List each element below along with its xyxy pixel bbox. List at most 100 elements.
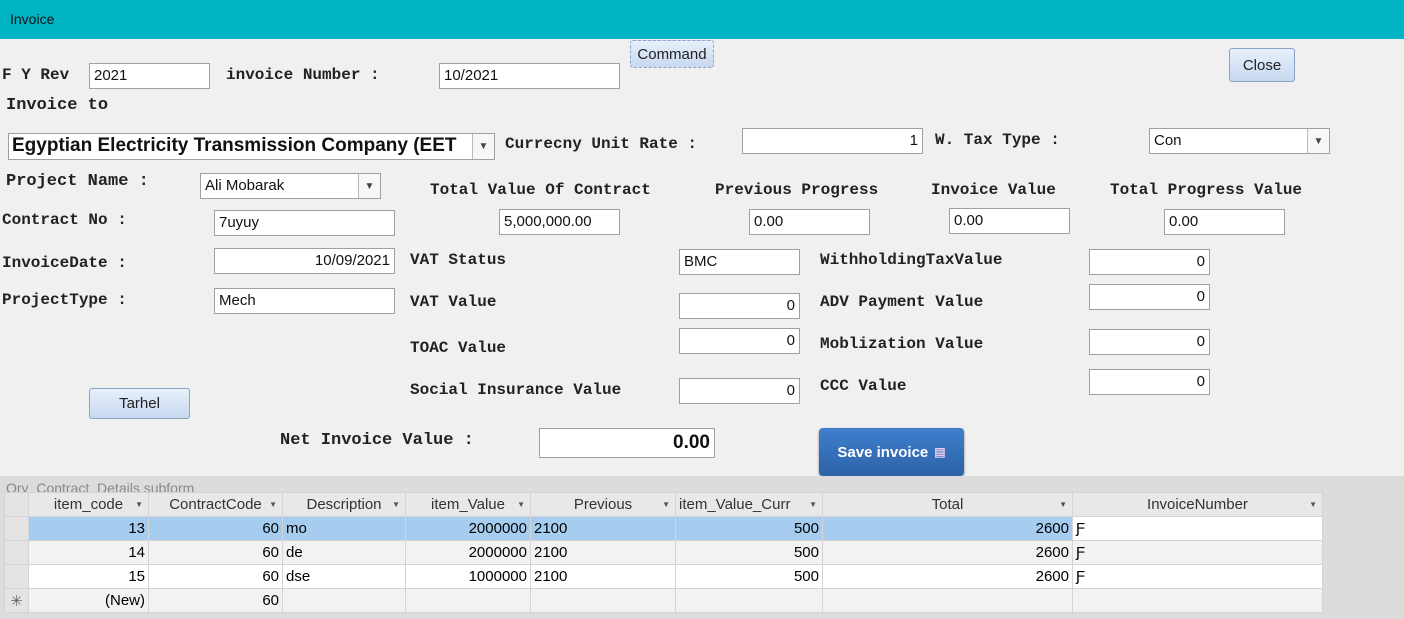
invoice-to-combo[interactable]: Egyptian Electricity Transmission Compan… xyxy=(8,133,495,160)
mobilization-label: Moblization Value xyxy=(820,335,984,353)
project-name-combo[interactable]: Ali Mobarak ▼ xyxy=(200,173,381,199)
cell[interactable]: 2100 xyxy=(530,540,676,565)
cell[interactable]: 60 xyxy=(148,540,283,565)
cell[interactable]: dse xyxy=(282,564,406,589)
table-header: item_code ▼ ContractCode ▼ Description ▼ it… xyxy=(4,492,1323,517)
fy-rev-label: F Y Rev xyxy=(2,66,70,84)
project-type-field[interactable]: Mech xyxy=(214,288,395,314)
project-name-value: Ali Mobarak xyxy=(205,177,285,194)
invoice-to-value: Egyptian Electricity Transmission Compan… xyxy=(12,135,457,156)
cell[interactable]: 2600 xyxy=(822,564,1073,589)
invoice-number-field[interactable]: 10/2021 xyxy=(439,63,620,89)
chevron-down-icon[interactable]: ▼ xyxy=(1307,129,1329,153)
cell[interactable] xyxy=(822,588,1073,613)
vat-status-field[interactable]: BMC xyxy=(679,249,800,275)
social-insurance-field[interactable]: 0 xyxy=(679,378,800,404)
cell[interactable]: 60 xyxy=(148,588,283,613)
select-all-cell[interactable] xyxy=(4,492,29,517)
tarhel-button[interactable]: Tarhel xyxy=(89,388,190,419)
toac-label: TOAC Value xyxy=(410,339,507,357)
contract-no-field[interactable]: 7uyuy xyxy=(214,210,395,236)
cell[interactable]: 13 xyxy=(28,516,149,541)
adv-payment-field[interactable]: 0 xyxy=(1089,284,1210,310)
cell[interactable]: 500 xyxy=(675,540,823,565)
ccc-label: CCC Value xyxy=(820,377,907,395)
save-invoice-button[interactable]: Save invoice ▤ xyxy=(819,428,964,476)
row-selector[interactable] xyxy=(4,516,29,541)
new-record-icon: ✳ xyxy=(4,588,29,613)
mobilization-field[interactable]: 0 xyxy=(1089,329,1210,355)
vat-value-field[interactable]: 0 xyxy=(679,293,800,319)
close-button[interactable]: Close xyxy=(1229,48,1295,82)
cell[interactable]: 1000000 xyxy=(405,564,531,589)
previous-progress-label: Previous Progress xyxy=(715,181,879,199)
wht-field[interactable]: 0 xyxy=(1089,249,1210,275)
invoice-number-label: invoice Number : xyxy=(226,66,380,84)
title-bar: Invoice xyxy=(0,0,1404,39)
cell[interactable] xyxy=(405,588,531,613)
cell[interactable]: 14 xyxy=(28,540,149,565)
invoice-date-field[interactable]: 10/09/2021 xyxy=(214,248,395,274)
save-icon: ▤ xyxy=(934,445,946,459)
column-header[interactable]: Total ▼ xyxy=(822,492,1073,517)
cell[interactable]: 2000000 xyxy=(405,516,531,541)
contract-no-label: Contract No : xyxy=(2,211,127,229)
invoice-value-label: Invoice Value xyxy=(931,181,1056,199)
cell[interactable]: (New) xyxy=(28,588,149,613)
ccc-field[interactable]: 0 xyxy=(1089,369,1210,395)
cell[interactable]: 60 xyxy=(148,516,283,541)
column-header[interactable]: InvoiceNumber ▼ xyxy=(1072,492,1323,517)
cell[interactable]: 500 xyxy=(675,564,823,589)
column-header[interactable]: Previous ▼ xyxy=(530,492,676,517)
table-row[interactable]: 13 60 mo 2000000 2100 500 2600 Ƒ xyxy=(4,516,1323,541)
vat-status-label: VAT Status xyxy=(410,251,507,269)
column-header[interactable]: item_Value_Curr ▼ xyxy=(675,492,823,517)
cell[interactable] xyxy=(530,588,676,613)
row-selector[interactable] xyxy=(4,564,29,589)
net-invoice-label: Net Invoice Value : xyxy=(280,431,474,450)
social-insurance-label: Social Insurance Value xyxy=(410,381,622,399)
cell[interactable] xyxy=(282,588,406,613)
row-selector[interactable] xyxy=(4,540,29,565)
toac-field[interactable]: 0 xyxy=(679,328,800,354)
cell[interactable]: 2600 xyxy=(822,540,1073,565)
cell[interactable]: Ƒ xyxy=(1072,540,1323,565)
cell[interactable]: Ƒ xyxy=(1072,564,1323,589)
cell[interactable]: 2000000 xyxy=(405,540,531,565)
fy-rev-field[interactable]: 2021 xyxy=(89,63,210,89)
cell[interactable]: 2100 xyxy=(530,564,676,589)
cell[interactable]: 60 xyxy=(148,564,283,589)
total-progress-label: Total Progress Value xyxy=(1110,181,1303,199)
cell[interactable]: 2100 xyxy=(530,516,676,541)
project-name-label: Project Name : xyxy=(6,172,149,191)
table-row[interactable]: 15 60 dse 1000000 2100 500 2600 Ƒ xyxy=(4,564,1323,589)
column-header[interactable]: item_code ▼ xyxy=(28,492,149,517)
cell[interactable]: 2600 xyxy=(822,516,1073,541)
command-button[interactable]: Command xyxy=(630,40,714,68)
cell[interactable] xyxy=(675,588,823,613)
wtax-type-label: W. Tax Type : xyxy=(935,131,1060,149)
cell[interactable]: de xyxy=(282,540,406,565)
total-contract-label: Total Value Of Contract xyxy=(430,181,651,199)
column-header[interactable]: item_Value ▼ xyxy=(405,492,531,517)
previous-progress-field[interactable]: 0.00 xyxy=(749,209,870,235)
net-invoice-field[interactable]: 0.00 xyxy=(539,428,715,458)
total-contract-field[interactable]: 5,000,000.00 xyxy=(499,209,620,235)
invoice-value-field[interactable]: 0.00 xyxy=(949,208,1070,234)
save-invoice-label: Save invoice xyxy=(837,443,929,461)
cell[interactable]: mo xyxy=(282,516,406,541)
window-title: Invoice xyxy=(10,11,55,27)
cell[interactable]: Ƒ xyxy=(1072,516,1323,541)
table-row[interactable]: 14 60 de 2000000 2100 500 2600 Ƒ xyxy=(4,540,1323,565)
total-progress-field[interactable]: 0.00 xyxy=(1164,209,1285,235)
chevron-down-icon[interactable]: ▼ xyxy=(472,134,494,159)
currency-rate-field[interactable]: 1 xyxy=(742,128,923,154)
new-row[interactable]: ✳ (New) 60 xyxy=(4,588,1323,613)
wtax-type-combo[interactable]: Con ▼ xyxy=(1149,128,1330,154)
cell[interactable]: 500 xyxy=(675,516,823,541)
cell[interactable] xyxy=(1072,588,1323,613)
cell[interactable]: 15 xyxy=(28,564,149,589)
chevron-down-icon[interactable]: ▼ xyxy=(358,174,380,198)
column-header[interactable]: Description ▼ xyxy=(282,492,406,517)
column-header[interactable]: ContractCode ▼ xyxy=(148,492,283,517)
